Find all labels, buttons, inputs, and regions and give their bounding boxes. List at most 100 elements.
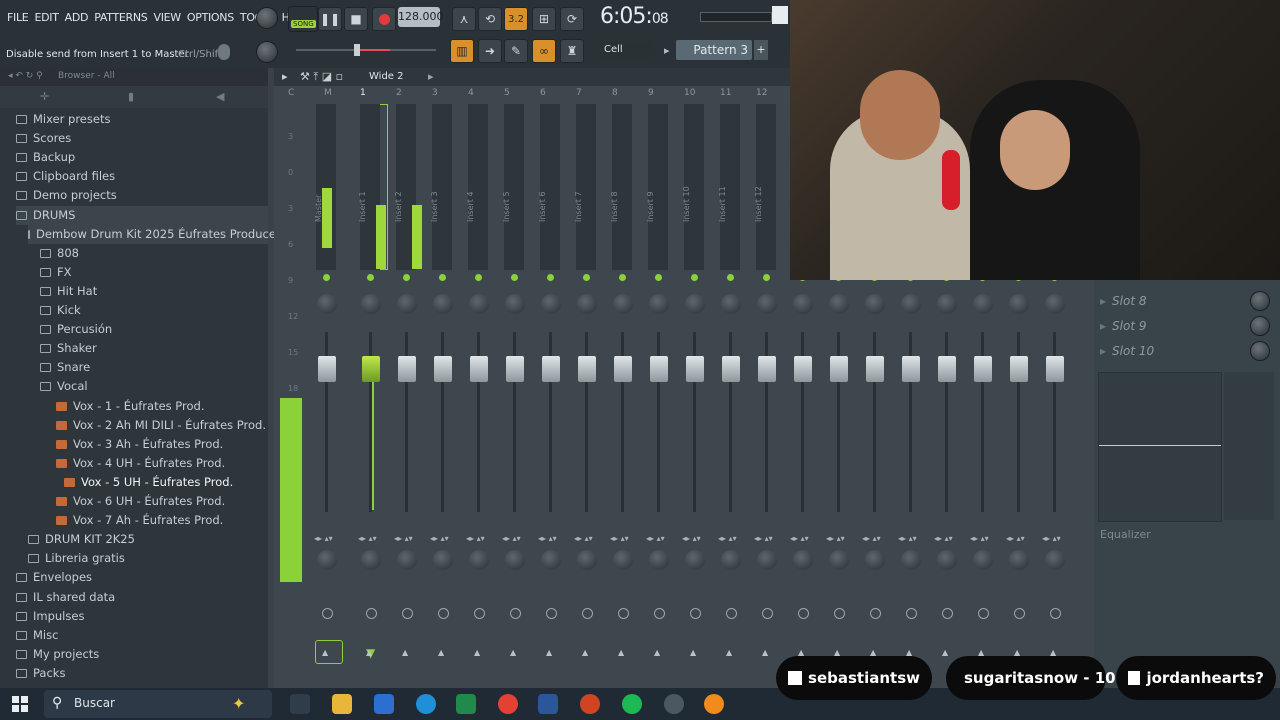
mixer-track[interactable]: Insert 4 ◂▸ ▴▾ ▲ <box>462 102 496 692</box>
pan-knob[interactable] <box>649 294 669 314</box>
send-arrow-icon[interactable]: ▲ <box>690 648 696 657</box>
stamp-button[interactable]: ♜ <box>560 39 584 63</box>
track-enable-led[interactable] <box>403 274 410 281</box>
browser-item[interactable]: Shaker <box>40 339 268 358</box>
file-explorer-icon[interactable] <box>332 694 352 714</box>
volume-fader[interactable] <box>434 356 452 382</box>
volume-fader[interactable] <box>506 356 524 382</box>
route-icon[interactable] <box>618 608 629 619</box>
route-icon[interactable] <box>726 608 737 619</box>
menu-item-patterns[interactable]: PATTERNS <box>91 8 150 28</box>
track-enable-led[interactable] <box>691 274 698 281</box>
menu-item-add[interactable]: ADD <box>62 8 92 28</box>
stereo-separation-knob[interactable] <box>505 550 525 570</box>
send-arrow-icon[interactable]: ▲ <box>402 648 408 657</box>
send-arrow-icon[interactable]: ▲ <box>546 648 552 657</box>
pan-knob[interactable] <box>793 294 813 314</box>
stereo-arrows-icon[interactable]: ◂▸ ▴▾ <box>502 534 521 543</box>
slot-mix-knob[interactable] <box>1250 291 1270 311</box>
slot-mix-knob[interactable] <box>1250 341 1270 361</box>
send-arrow-icon[interactable]: ▲ <box>366 648 372 657</box>
slot-mix-knob[interactable] <box>1250 316 1270 336</box>
task-view-icon[interactable] <box>290 694 310 714</box>
pan-knob[interactable] <box>721 294 741 314</box>
route-icon[interactable] <box>1050 608 1061 619</box>
route-icon[interactable] <box>366 608 377 619</box>
track-enable-led[interactable] <box>511 274 518 281</box>
browser-file-icon[interactable]: ▮ <box>128 90 134 103</box>
track-enable-led[interactable] <box>439 274 446 281</box>
master-pitch-knob[interactable] <box>256 41 278 63</box>
route-icon[interactable] <box>834 608 845 619</box>
send-arrow-icon[interactable]: ▲ <box>322 648 328 657</box>
menu-item-view[interactable]: VIEW <box>150 8 183 28</box>
volume-fader[interactable] <box>398 356 416 382</box>
obs-icon[interactable] <box>664 694 684 714</box>
track-enable-led[interactable] <box>583 274 590 281</box>
volume-fader[interactable] <box>578 356 596 382</box>
pan-knob[interactable] <box>937 294 957 314</box>
browser-item[interactable]: Demo projects <box>16 186 268 205</box>
fx-slot[interactable]: ▸ Slot 8 <box>1096 290 1278 312</box>
automation-button[interactable]: ✎ <box>504 39 528 63</box>
route-icon[interactable] <box>906 608 917 619</box>
chrome-icon[interactable] <box>498 694 518 714</box>
volume-fader[interactable] <box>758 356 776 382</box>
route-icon[interactable] <box>798 608 809 619</box>
browser-item[interactable]: Misc <box>16 626 268 645</box>
stereo-arrows-icon[interactable]: ◂▸ ▴▾ <box>394 534 413 543</box>
browser-item[interactable]: Vox - 6 UH - Éufrates Prod. <box>56 492 268 511</box>
pan-knob[interactable] <box>361 294 381 314</box>
browser-item[interactable]: Snare <box>40 358 268 377</box>
stereo-arrows-icon[interactable]: ◂▸ ▴▾ <box>358 534 377 543</box>
browser-speaker-icon[interactable]: ◀ <box>216 90 224 103</box>
wait-input-button[interactable]: ⟲ <box>478 7 502 31</box>
pan-knob[interactable] <box>973 294 993 314</box>
volume-fader[interactable] <box>542 356 560 382</box>
track-enable-led[interactable] <box>655 274 662 281</box>
menu-item-file[interactable]: FILE <box>4 8 31 28</box>
browser-item[interactable]: Dembow Drum Kit 2025 Éufrates Produce <box>28 224 276 244</box>
browser-item[interactable]: Hit Hat <box>40 282 268 301</box>
pattern-song-toggle[interactable]: SONG <box>288 6 318 32</box>
browser-item[interactable]: Vox - 7 Ah - Éufrates Prod. <box>56 511 268 530</box>
stereo-separation-knob[interactable] <box>613 550 633 570</box>
pan-knob[interactable] <box>433 294 453 314</box>
browser-item[interactable]: Vocal <box>40 377 268 396</box>
pan-knob[interactable] <box>685 294 705 314</box>
stereo-separation-knob[interactable] <box>649 550 669 570</box>
send-arrow-icon[interactable]: ▲ <box>438 648 444 657</box>
stereo-arrows-icon[interactable]: ◂▸ ▴▾ <box>1006 534 1025 543</box>
fx-slot[interactable]: ▸ Slot 10 <box>1096 340 1278 362</box>
link-button[interactable]: ∞ <box>532 39 556 63</box>
browser-item[interactable]: Backup <box>16 148 268 167</box>
pan-knob[interactable] <box>1009 294 1029 314</box>
send-arrow-icon[interactable]: ▲ <box>726 648 732 657</box>
stereo-separation-knob[interactable] <box>361 550 381 570</box>
send-arrow-icon[interactable]: ▲ <box>654 648 660 657</box>
mixer-title-arrow-icon[interactable]: ▸ <box>428 70 434 83</box>
copilot-icon[interactable]: ✦ <box>232 694 245 713</box>
play-button[interactable]: ❚❚ <box>318 7 342 31</box>
stereo-arrows-icon[interactable]: ◂▸ ▴▾ <box>718 534 737 543</box>
stereo-separation-knob[interactable] <box>937 550 957 570</box>
route-icon[interactable] <box>690 608 701 619</box>
route-icon[interactable] <box>474 608 485 619</box>
volume-fader[interactable] <box>902 356 920 382</box>
route-icon[interactable] <box>942 608 953 619</box>
browser-item[interactable]: Mixer presets <box>16 110 268 129</box>
mixer-track[interactable]: Insert 6 ◂▸ ▴▾ ▲ <box>534 102 568 692</box>
volume-fader[interactable] <box>362 356 380 382</box>
pan-knob[interactable] <box>865 294 885 314</box>
edge-icon[interactable] <box>416 694 436 714</box>
route-icon[interactable] <box>438 608 449 619</box>
volume-fader[interactable] <box>1010 356 1028 382</box>
browser-item[interactable]: Clipboard files <box>16 167 268 186</box>
browser-item[interactable]: DRUMS <box>16 205 268 225</box>
browser-expand-icon[interactable]: ✛ <box>40 90 49 103</box>
pan-knob[interactable] <box>317 294 337 314</box>
stereo-separation-knob[interactable] <box>577 550 597 570</box>
volume-fader[interactable] <box>938 356 956 382</box>
volume-fader[interactable] <box>1046 356 1064 382</box>
route-icon[interactable] <box>762 608 773 619</box>
